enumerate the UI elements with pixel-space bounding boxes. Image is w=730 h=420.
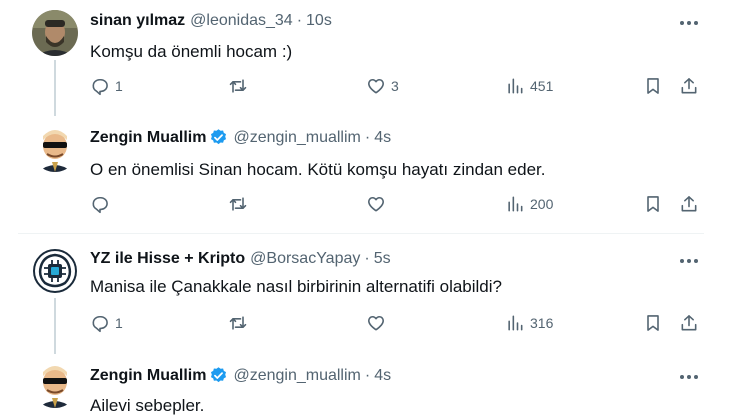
- heart-icon: [368, 78, 384, 94]
- reply-button[interactable]: 1: [90, 76, 123, 96]
- bookmark-icon: [647, 196, 659, 212]
- separator-dot: ·: [364, 128, 371, 146]
- reply-button[interactable]: 1: [90, 313, 123, 333]
- share-button[interactable]: [679, 76, 699, 96]
- reply-button[interactable]: [90, 194, 115, 214]
- retweet-button[interactable]: [228, 194, 253, 214]
- separator-dot: ·: [364, 366, 371, 384]
- views-count: 200: [530, 196, 554, 212]
- verified-badge-icon: [211, 129, 227, 145]
- share-icon: [681, 315, 697, 331]
- avatar[interactable]: [32, 10, 78, 56]
- more-dots-icon: [680, 259, 698, 263]
- author-handle[interactable]: @leonidas_34: [190, 12, 293, 30]
- views-button[interactable]: 200: [505, 194, 553, 214]
- timestamp[interactable]: 4s: [374, 129, 391, 147]
- bookmark-icon: [647, 315, 659, 331]
- reply-icon: [92, 196, 108, 214]
- retweet-button[interactable]: [228, 76, 253, 96]
- bookmark-button[interactable]: [643, 76, 663, 96]
- retweet-icon: [229, 79, 247, 93]
- tweet-text: Ailevi sebepler.: [90, 396, 205, 415]
- timestamp[interactable]: 5s: [374, 250, 391, 268]
- more-button[interactable]: [676, 251, 702, 271]
- action-bar: 1 316: [0, 313, 730, 339]
- timestamp[interactable]: 4s: [374, 367, 391, 385]
- author-name[interactable]: Zengin Muallim: [90, 129, 206, 147]
- action-bar: 200: [0, 194, 730, 220]
- tweet-1[interactable]: sinan yılmaz @leonidas_34 · 10s Komşu da…: [0, 0, 730, 120]
- tweet-text: Manisa ile Çanakkale nasıl birbirinin al…: [90, 277, 502, 296]
- retweet-icon: [229, 316, 247, 330]
- author-handle[interactable]: @BorsacYapay: [250, 250, 360, 268]
- more-button[interactable]: [676, 13, 702, 33]
- share-icon: [681, 78, 697, 94]
- reply-icon: [92, 315, 108, 333]
- bookmark-button[interactable]: [643, 313, 663, 333]
- avatar[interactable]: [32, 248, 78, 294]
- avatar[interactable]: [32, 362, 78, 408]
- tweet-header: YZ ile Hisse + Kripto @BorsacYapay · 5s: [90, 250, 391, 268]
- views-button[interactable]: 451: [505, 76, 553, 96]
- views-chart-icon: [508, 315, 523, 331]
- retweet-button[interactable]: [228, 313, 253, 333]
- tweet-2[interactable]: Zengin Muallim @zengin_muallim · 4s O en…: [0, 120, 730, 232]
- reply-count: 1: [115, 78, 123, 94]
- action-bar: 1 3 451: [0, 76, 730, 102]
- share-button[interactable]: [679, 194, 699, 214]
- like-count: 3: [391, 78, 399, 94]
- more-dots-icon: [680, 21, 698, 25]
- author-name[interactable]: Zengin Muallim: [90, 367, 206, 385]
- tweet-text: Komşu da önemli hocam :): [90, 42, 293, 61]
- verified-badge-icon: [211, 367, 227, 383]
- more-button[interactable]: [676, 367, 702, 387]
- author-handle[interactable]: @zengin_muallim: [233, 129, 360, 147]
- tweet-header: sinan yılmaz @leonidas_34 · 10s: [90, 12, 332, 30]
- timestamp[interactable]: 10s: [306, 12, 332, 30]
- views-button[interactable]: 316: [505, 313, 553, 333]
- ai-chip-brain-icon: [32, 248, 78, 294]
- views-count: 316: [530, 315, 554, 331]
- avatar[interactable]: [32, 126, 78, 172]
- bookmark-button[interactable]: [643, 194, 663, 214]
- share-button[interactable]: [679, 313, 699, 333]
- views-chart-icon: [508, 196, 523, 212]
- like-button[interactable]: 3: [366, 76, 399, 96]
- author-name[interactable]: YZ ile Hisse + Kripto: [90, 250, 245, 268]
- reply-icon: [92, 78, 108, 96]
- cartoon-sunglasses-avatar-icon: [32, 126, 78, 172]
- retweet-icon: [229, 197, 247, 211]
- author-name[interactable]: sinan yılmaz: [90, 12, 185, 30]
- views-chart-icon: [508, 78, 523, 94]
- separator-dot: ·: [296, 12, 303, 29]
- views-count: 451: [530, 78, 554, 94]
- heart-icon: [368, 196, 384, 212]
- tweet-3[interactable]: YZ ile Hisse + Kripto @BorsacYapay · 5s …: [0, 234, 730, 354]
- tweet-text: O en önemlisi Sinan hocam. Kötü komşu ha…: [90, 160, 546, 179]
- like-button[interactable]: [366, 313, 391, 333]
- reply-count: 1: [115, 315, 123, 331]
- tweet-header: Zengin Muallim @zengin_muallim · 4s: [90, 128, 391, 147]
- share-icon: [681, 196, 697, 212]
- like-button[interactable]: [366, 194, 391, 214]
- author-handle[interactable]: @zengin_muallim: [233, 367, 360, 385]
- tweet-header: Zengin Muallim @zengin_muallim · 4s: [90, 366, 391, 385]
- more-dots-icon: [680, 375, 698, 379]
- profile-photo-icon: [32, 10, 78, 56]
- tweet-4[interactable]: Zengin Muallim @zengin_muallim · 4s Aile…: [0, 354, 730, 420]
- bookmark-icon: [647, 78, 659, 94]
- cartoon-sunglasses-avatar-icon: [32, 362, 78, 408]
- heart-icon: [368, 315, 384, 331]
- separator-dot: ·: [364, 250, 370, 267]
